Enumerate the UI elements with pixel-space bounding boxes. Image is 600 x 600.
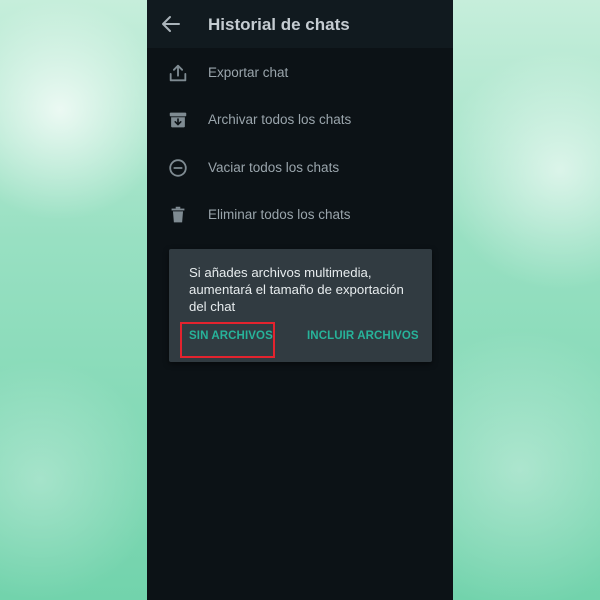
menu-item-label: Eliminar todos los chats — [208, 207, 351, 222]
back-button[interactable] — [159, 12, 183, 36]
highlight-annotation — [180, 322, 275, 358]
menu-item-label: Exportar chat — [208, 65, 289, 80]
page-title: Historial de chats — [208, 15, 350, 34]
menu-item-label: Vaciar todos los chats — [208, 160, 340, 175]
arrow-left-icon — [162, 16, 180, 32]
include-media-button[interactable]: INCLUIR ARCHIVOS — [307, 330, 419, 342]
menu-item-delete-all[interactable]: Eliminar todos los chats — [147, 191, 453, 237]
trash-icon — [171, 206, 185, 223]
archive-icon — [169, 112, 187, 128]
export-icon — [169, 64, 187, 82]
dialog-message: Si añades archivos multimedia, aumentará… — [189, 265, 404, 314]
menu-item-label: Archivar todos los chats — [208, 112, 352, 127]
menu-item-export-chat[interactable]: Exportar chat — [147, 49, 453, 95]
menu-item-archive-all[interactable]: Archivar todos los chats — [147, 96, 453, 142]
minus-circle-icon — [169, 159, 187, 177]
app-bar: Historial de chats — [147, 0, 453, 48]
menu-item-clear-all[interactable]: Vaciar todos los chats — [147, 144, 453, 190]
